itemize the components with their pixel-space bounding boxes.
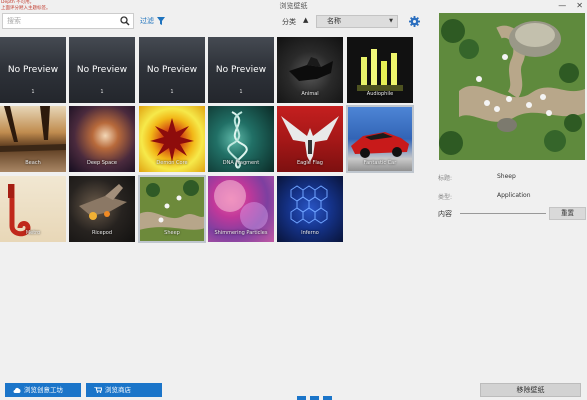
filter-label: 过滤 [140, 17, 154, 25]
wallpaper-caption: Shimmering Particles [214, 230, 268, 236]
browse-store-button[interactable]: 浏览商店 [86, 383, 162, 397]
wallpaper-tile-inferno[interactable]: Inferno [277, 176, 343, 242]
wallpaper-caption: Audiophile [366, 91, 394, 97]
remove-wallpaper-button[interactable]: 移除壁纸 [480, 383, 581, 397]
wallpaper-caption: 1 [31, 89, 35, 95]
wallpaper-tile-metro[interactable]: Metro [0, 176, 66, 242]
wallpaper-caption: Ricepod [91, 230, 113, 236]
wallpaper-tile-sheep[interactable]: Sheep [138, 175, 206, 243]
filter-icon [157, 17, 165, 25]
wallpaper-caption: Animal [301, 91, 319, 97]
page-dot[interactable] [323, 396, 332, 400]
wallpaper-tile-fantastic-car[interactable]: Fantastic Car [346, 105, 414, 173]
wallpaper-tile-dna-fragment[interactable]: DNA Fragment [208, 106, 274, 172]
window-controls: — ✕ [558, 0, 583, 11]
cloud-icon [13, 387, 21, 393]
wallpaper-tile-deep-space[interactable]: Deep Space [69, 106, 135, 172]
wallpaper-caption: DNA Fragment [222, 160, 260, 166]
wallpaper-caption: Inferno [301, 230, 319, 236]
wallpaper-caption: Sheep [164, 230, 180, 236]
wallpaper-caption: 1 [170, 89, 174, 95]
browse-workshop-label: 浏览创意工坊 [24, 386, 63, 394]
wallpaper-tile-beach[interactable]: Beach [0, 106, 66, 172]
wallpaper-properties: 标题: Sheep 类型: Application [438, 173, 587, 211]
sort-select[interactable]: 名称 ▼ [316, 15, 398, 28]
wallpaper-caption: Fantastic Car [363, 160, 397, 166]
divider [460, 213, 546, 214]
wallpaper-tile-shimmering-particles[interactable]: Shimmering Particles [208, 176, 274, 242]
wallpaper-caption: 1 [100, 89, 104, 95]
no-preview-label: No Preview [76, 65, 128, 75]
search-icon[interactable] [120, 16, 130, 26]
window-title: 浏览壁纸 [279, 2, 308, 10]
preview-image [439, 13, 585, 160]
content-section: 内容 重置 [438, 207, 587, 220]
no-preview-label: No Preview [215, 65, 267, 75]
wallpaper-tile-audiophile[interactable]: Audiophile [347, 37, 413, 103]
page-indicator [297, 396, 332, 400]
wallpaper-tile[interactable]: No Preview 1 [69, 37, 135, 103]
sort-direction-toggle[interactable]: ▲ [303, 16, 308, 24]
page-dot[interactable] [310, 396, 319, 400]
wallpaper-tile[interactable]: No Preview 1 [0, 37, 66, 103]
browse-store-label: 浏览商店 [105, 386, 131, 394]
toolbar: 过滤 分类 ▲ 名称 ▼ [0, 12, 432, 30]
property-value: Sheep [497, 173, 516, 180]
wallpaper-preview [439, 13, 585, 160]
search-input[interactable] [3, 14, 115, 28]
wallpaper-caption: Metro [25, 230, 41, 236]
browse-workshop-button[interactable]: 浏览创意工坊 [5, 383, 81, 397]
wallpaper-caption: Beach [25, 160, 41, 166]
wallpaper-tile[interactable]: No Preview 1 [208, 37, 274, 103]
wallpaper-caption: Demon Core [156, 160, 188, 166]
sort-select-value: 名称 [327, 17, 341, 25]
minimize-button[interactable]: — [558, 0, 566, 11]
wallpaper-tile-ricepod[interactable]: Ricepod [69, 176, 135, 242]
page-dot[interactable] [297, 396, 306, 400]
sort-label: 分类 [282, 18, 296, 26]
property-label: 标题: [438, 175, 453, 182]
wallpaper-tile-eagle-flag[interactable]: Eagle Flag [277, 106, 343, 172]
cart-icon [94, 387, 102, 393]
content-label: 内容 [438, 210, 452, 218]
title-bar: Depth 不可用。 上面评分陋入主题标签。 浏览壁纸 — ✕ [0, 0, 587, 12]
property-row-title: 标题: Sheep [438, 173, 587, 192]
search-box [2, 13, 134, 29]
wallpaper-caption: Eagle Flag [297, 160, 323, 166]
gear-icon[interactable] [409, 16, 420, 27]
wallpaper-tile-animal[interactable]: Animal [277, 37, 343, 103]
no-preview-label: No Preview [7, 65, 59, 75]
wallpaper-tile[interactable]: No Preview 1 [139, 37, 205, 103]
wallpaper-caption: Deep Space [86, 160, 117, 166]
wallpaper-tile-demon-core[interactable]: Demon Core [139, 106, 205, 172]
reset-button[interactable]: 重置 [549, 207, 586, 220]
chevron-down-icon: ▼ [389, 18, 393, 24]
no-preview-label: No Preview [146, 65, 198, 75]
filter-button[interactable]: 过滤 [140, 16, 165, 26]
close-button[interactable]: ✕ [576, 0, 583, 11]
wallpaper-caption: 1 [239, 89, 243, 95]
